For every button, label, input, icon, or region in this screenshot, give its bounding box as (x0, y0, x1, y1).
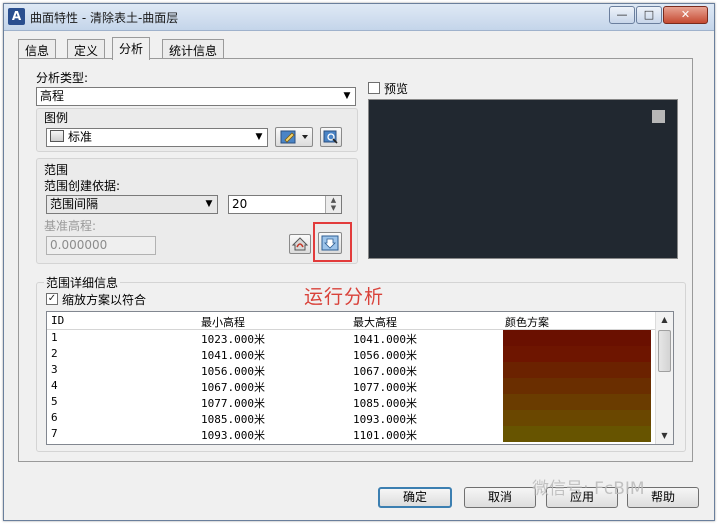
row-id: 6 (51, 411, 58, 424)
analysis-type-value: 高程 (40, 89, 65, 103)
row-max-elevation: 1077.000米 (353, 381, 417, 394)
legend-group-label: 图例 (44, 111, 69, 125)
row-color-swatch[interactable] (503, 410, 651, 426)
house-arrow-icon (291, 237, 309, 251)
legend-dropdown[interactable]: 标准 ▼ (46, 128, 268, 147)
table-row[interactable]: 4 1067.000米 1077.000米 (47, 378, 657, 394)
row-id: 1 (51, 331, 58, 344)
ok-button[interactable]: 确定 (378, 487, 452, 508)
preview-checkbox[interactable] (368, 82, 380, 94)
legend-value: 标准 (68, 130, 93, 144)
tab-info[interactable]: 信息 (18, 39, 57, 59)
row-max-elevation: 1093.000米 (353, 413, 417, 426)
list-header: ID 最小高程 最大高程 颜色方案 (47, 312, 657, 330)
column-header-color-scheme[interactable]: 颜色方案 (505, 314, 549, 330)
row-color-swatch[interactable] (503, 426, 651, 442)
row-id: 4 (51, 379, 58, 392)
preview-pane (368, 99, 678, 259)
row-id: 5 (51, 395, 58, 408)
row-max-elevation: 1085.000米 (353, 397, 417, 410)
revert-analysis-button[interactable] (289, 234, 311, 254)
row-id: 3 (51, 363, 58, 376)
preview-toggle-square[interactable] (652, 110, 665, 123)
row-min-elevation: 1056.000米 (201, 365, 265, 378)
row-color-swatch[interactable] (503, 394, 651, 410)
legend-edit-button[interactable] (275, 127, 313, 147)
column-header-max-elevation[interactable]: 最大高程 (353, 314, 397, 330)
row-id: 7 (51, 427, 58, 440)
base-elevation-value: 0.000000 (50, 238, 108, 252)
run-analysis-highlight (313, 222, 352, 262)
analysis-type-label: 分析类型: (36, 71, 89, 85)
row-min-elevation: 1085.000米 (201, 413, 265, 426)
chevron-down-icon: ▼ (255, 132, 263, 142)
maximize-button[interactable]: □ (636, 6, 662, 24)
tab-definition[interactable]: 定义 (67, 39, 106, 59)
base-elevation-field[interactable]: 0.000000 (46, 236, 156, 255)
autocad-app-icon: A (8, 8, 25, 25)
table-row[interactable]: 3 1056.000米 1067.000米 (47, 362, 657, 378)
cancel-button[interactable]: 取消 (464, 487, 536, 508)
chevron-down-icon: ▼ (343, 91, 351, 101)
scroll-up-icon[interactable]: ▲ (656, 312, 673, 328)
scroll-down-icon[interactable]: ▼ (656, 428, 673, 444)
scroll-thumb[interactable] (658, 330, 671, 372)
base-elevation-label: 基准高程: (44, 219, 97, 233)
range-creation-value: 范围间隔 (50, 197, 99, 211)
legend-style-icon (50, 130, 64, 142)
table-row[interactable]: 6 1085.000米 1093.000米 (47, 410, 657, 426)
title-bar: A 曲面特性 - 清除表土-曲面层 — □ ✕ (4, 4, 714, 31)
table-row[interactable]: 7 1093.000米 1101.000米 (47, 426, 657, 442)
table-row[interactable]: 2 1041.000米 1056.000米 (47, 346, 657, 362)
preview-label: 预览 (384, 82, 409, 96)
row-color-swatch[interactable] (503, 346, 651, 362)
range-group-label: 范围 (44, 163, 69, 177)
row-max-elevation: 1101.000米 (353, 429, 417, 442)
chevron-down-icon: ▼ (205, 199, 213, 209)
range-interval-stepper[interactable]: 20 ▲ ▼ (228, 195, 342, 214)
row-color-swatch[interactable] (503, 330, 651, 346)
range-creation-dropdown[interactable]: 范围间隔 ▼ (46, 195, 218, 214)
pick-from-drawing-icon (323, 130, 338, 144)
list-rows: 1 1023.000米 1041.000米 2 1041.000米 1056.000米 3 1… (47, 330, 657, 442)
row-max-elevation: 1041.000米 (353, 333, 417, 346)
tab-analysis[interactable]: 分析 (112, 37, 151, 60)
row-color-swatch[interactable] (503, 378, 651, 394)
column-header-id[interactable]: ID (51, 314, 64, 327)
edit-style-icon (280, 130, 308, 144)
minimize-button[interactable]: — (609, 6, 635, 24)
vertical-scrollbar[interactable]: ▲ ▼ (655, 312, 673, 444)
row-max-elevation: 1067.000米 (353, 365, 417, 378)
table-row[interactable]: 5 1077.000米 1085.000米 (47, 394, 657, 410)
row-max-elevation: 1056.000米 (353, 349, 417, 362)
wechat-watermark: 微信号: FcBIM (532, 479, 645, 499)
range-details-list[interactable]: ID 最小高程 最大高程 颜色方案 1 1023.000米 1041.000米 2 10… (46, 311, 674, 445)
column-header-min-elevation[interactable]: 最小高程 (201, 314, 245, 330)
fit-scheme-label: 缩放方案以符合 (62, 293, 147, 307)
legend-pick-button[interactable] (320, 127, 342, 147)
fit-scheme-checkbox[interactable]: ✓ (46, 293, 58, 305)
row-min-elevation: 1041.000米 (201, 349, 265, 362)
row-color-swatch[interactable] (503, 362, 651, 378)
range-creation-label: 范围创建依据: (44, 179, 121, 193)
row-min-elevation: 1023.000米 (201, 333, 265, 346)
analysis-type-dropdown[interactable]: 高程 ▼ (36, 87, 356, 106)
row-min-elevation: 1077.000米 (201, 397, 265, 410)
row-id: 2 (51, 347, 58, 360)
range-interval-value: 20 (232, 197, 248, 211)
close-button[interactable]: ✕ (663, 6, 708, 24)
row-min-elevation: 1067.000米 (201, 381, 265, 394)
row-min-elevation: 1093.000米 (201, 429, 265, 442)
range-details-label: 范围详细信息 (44, 274, 121, 291)
tab-statistics[interactable]: 统计信息 (162, 39, 225, 59)
table-row[interactable]: 1 1023.000米 1041.000米 (47, 330, 657, 346)
spinner-arrows-icon[interactable]: ▲ ▼ (325, 196, 341, 213)
window-title: 曲面特性 - 清除表土-曲面层 (30, 11, 179, 25)
